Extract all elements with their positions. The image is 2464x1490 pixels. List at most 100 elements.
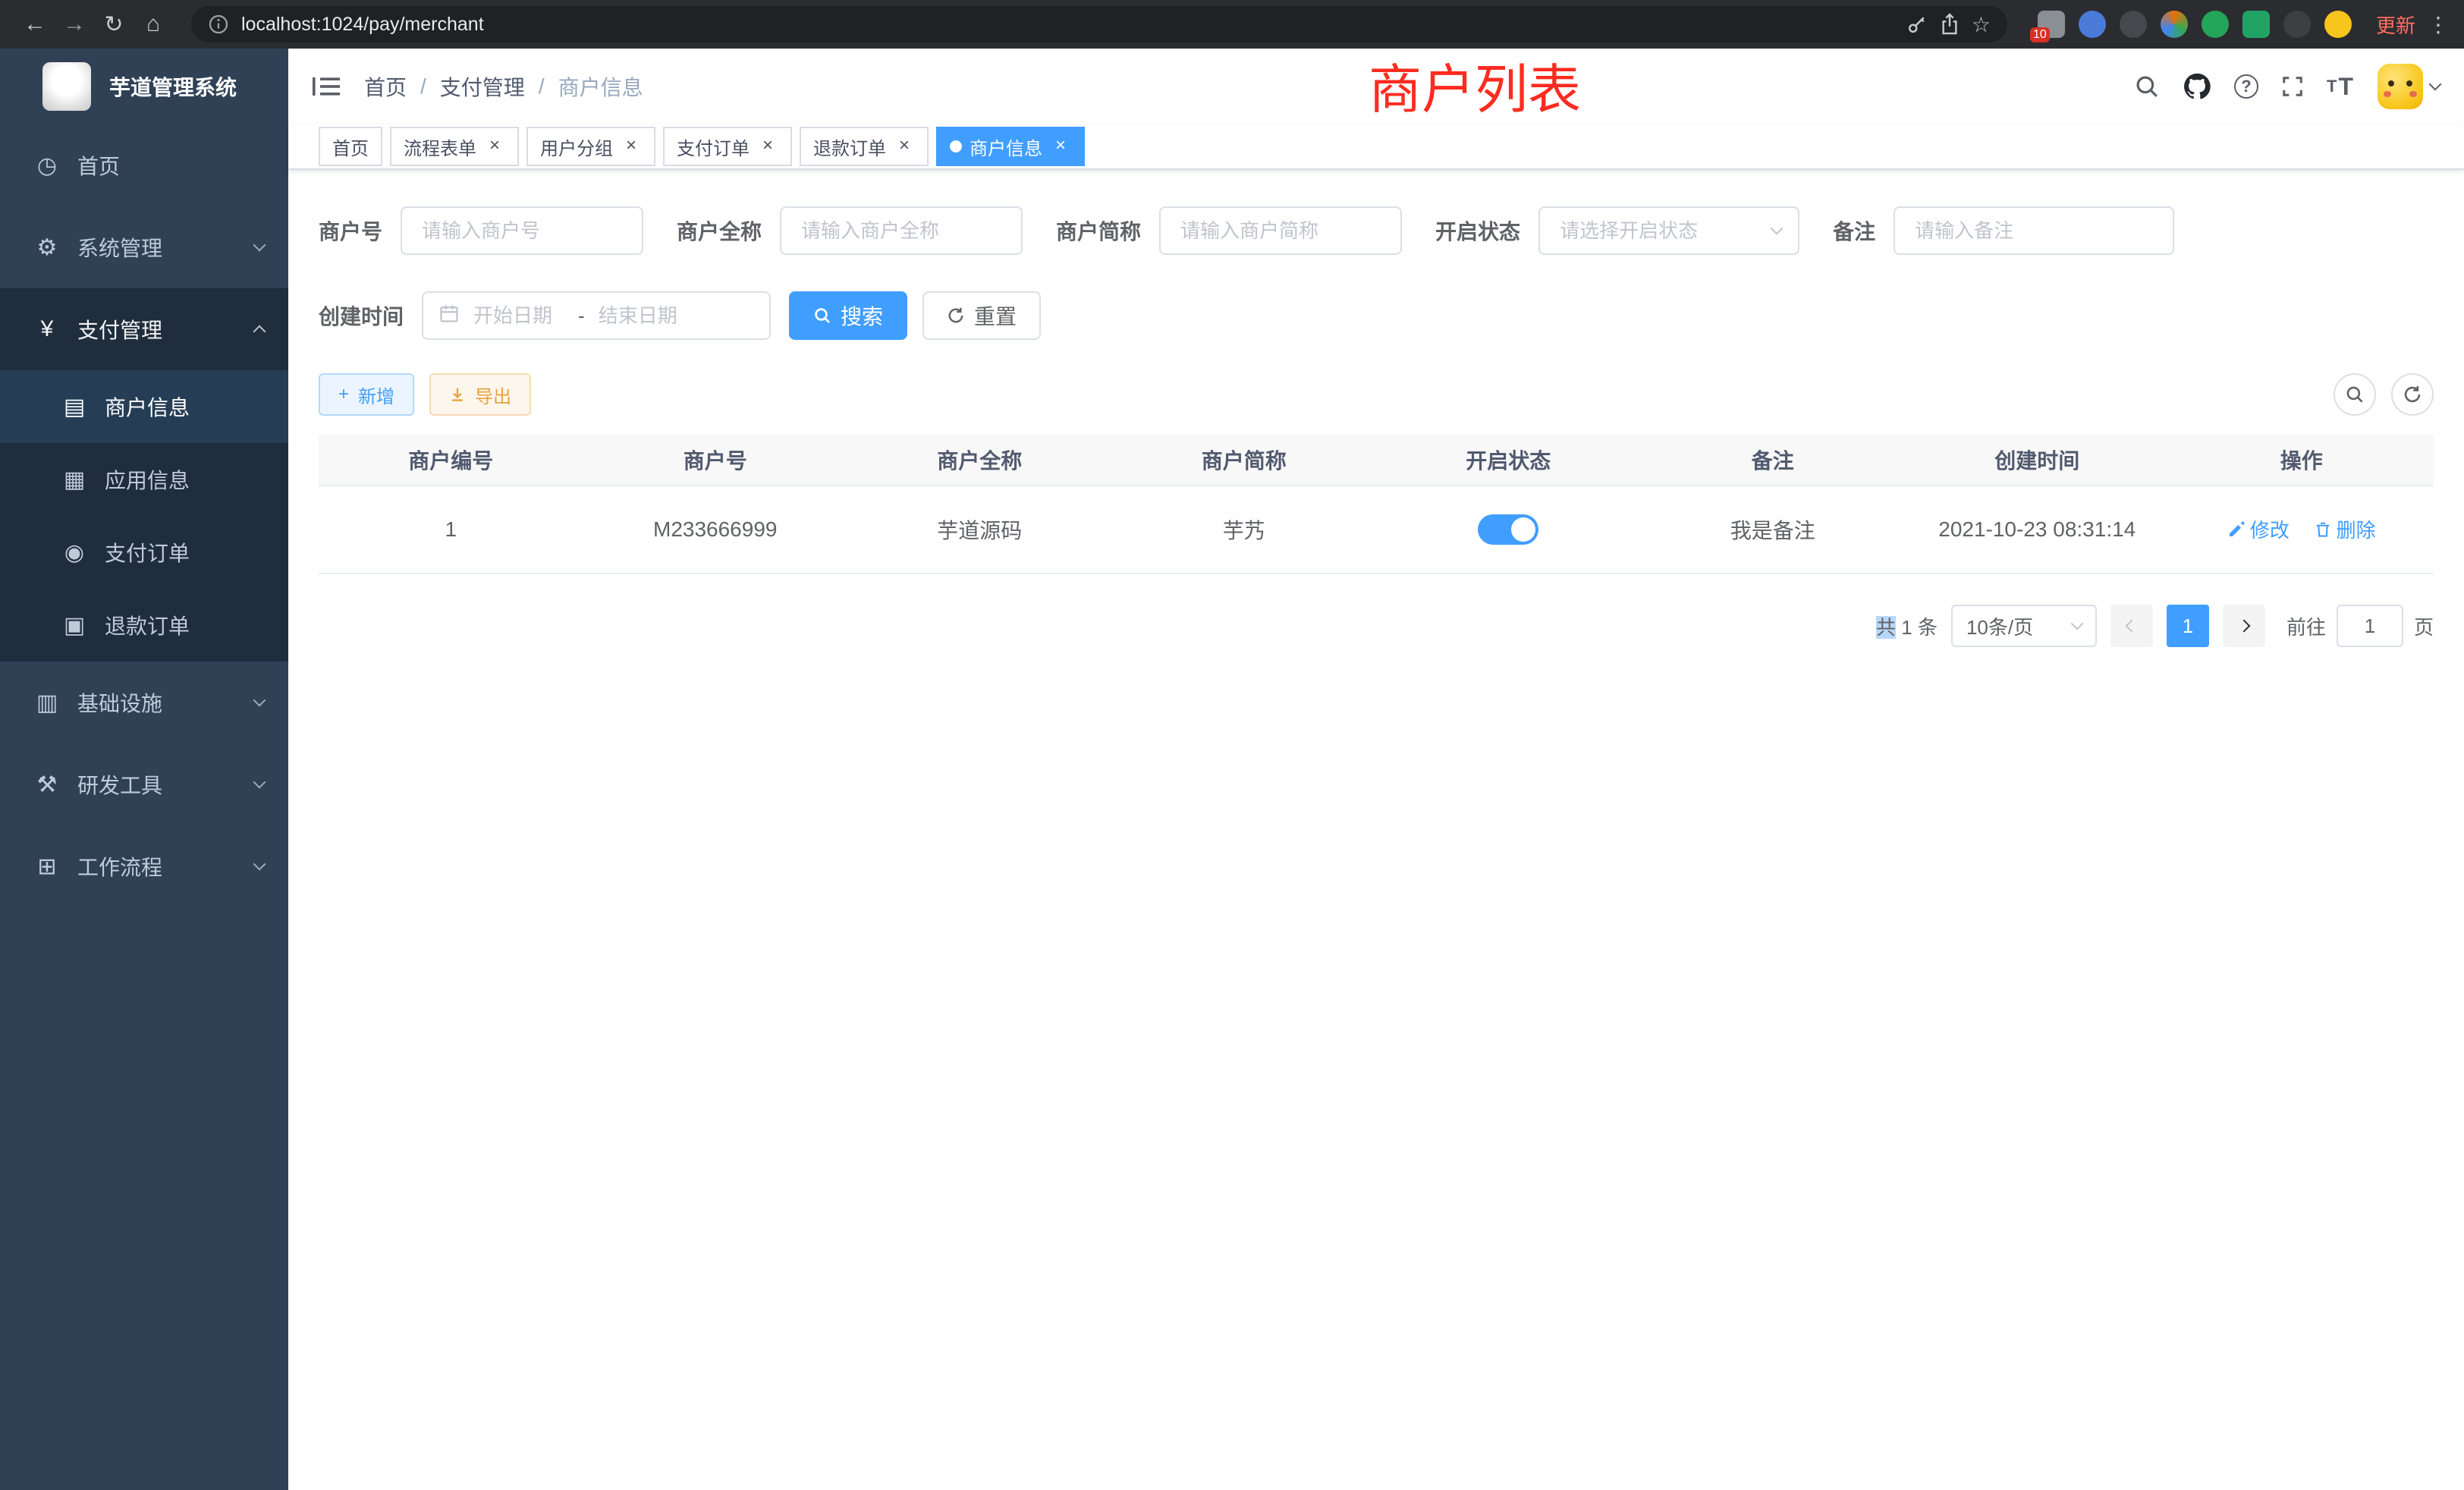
sidebar-item-merchant-info[interactable]: ▤ 商户信息 [0, 370, 288, 443]
tab-label: 流程表单 [404, 134, 476, 160]
extension-pin-icon[interactable] [2283, 11, 2311, 38]
page-number-1[interactable]: 1 [2167, 605, 2209, 647]
grid-icon: ▦ [61, 467, 88, 493]
browser-update-button[interactable]: 更新 [2376, 11, 2415, 39]
edit-link[interactable]: 修改 [2227, 515, 2290, 543]
status-select[interactable] [1538, 206, 1799, 255]
font-size-icon[interactable]: TT [2327, 73, 2355, 101]
search-icon[interactable] [2134, 74, 2160, 99]
close-icon[interactable]: × [894, 136, 915, 157]
app-logo[interactable]: 芋道管理系统 [0, 49, 288, 124]
export-button[interactable]: 导出 [429, 373, 531, 416]
merchant-full-name-input[interactable] [798, 218, 1004, 244]
sidebar-item-infra[interactable]: ▥ 基础设施 [0, 662, 288, 743]
sidebar-toggle-icon[interactable] [313, 74, 340, 99]
table-row: 1 M233666999 芋道源码 芋艿 我是备注 2021-10-23 08:… [319, 486, 2434, 574]
chevron-down-icon [2429, 78, 2442, 91]
breadcrumb-separator: / [539, 74, 545, 99]
page-size-value: 10条/页 [1966, 612, 2033, 640]
payment-submenu: ▤ 商户信息 ▦ 应用信息 ◉ 支付订单 ▣ 退款订单 [0, 370, 288, 662]
cell-full-name: 芋道源码 [847, 486, 1112, 574]
site-info-icon[interactable] [208, 14, 229, 35]
cell-merchant-id: 1 [319, 486, 583, 574]
extension-drop-icon[interactable] [2079, 11, 2106, 38]
chevron-down-icon [253, 694, 266, 707]
toggle-search-button[interactable] [2334, 373, 2376, 416]
tab-label: 退款订单 [813, 134, 886, 160]
col-status: 开启状态 [1376, 434, 1641, 486]
refresh-button[interactable] [2391, 373, 2434, 416]
browser-menu-icon[interactable]: ⋮ [2428, 12, 2449, 37]
address-bar[interactable]: localhost:1024/pay/merchant ☆ [191, 6, 2007, 42]
sidebar-item-devtools[interactable]: ⚒ 研发工具 [0, 743, 288, 825]
share-icon[interactable] [1940, 13, 1960, 36]
prev-page-button[interactable] [2110, 605, 2153, 647]
extension-emoji-icon[interactable] [2324, 11, 2352, 38]
active-dot [950, 140, 962, 152]
sidebar-item-system[interactable]: ⚙ 系统管理 [0, 206, 288, 288]
calendar-icon [438, 302, 460, 330]
delete-link[interactable]: 删除 [2314, 515, 2376, 543]
tab-merchant-info[interactable]: 商户信息 × [936, 127, 1085, 166]
date-range-picker[interactable]: - [422, 291, 771, 340]
browser-forward-button[interactable]: → [55, 11, 94, 37]
tab-pay-order[interactable]: 支付订单 × [663, 127, 792, 166]
tab-user-group[interactable]: 用户分组 × [526, 127, 655, 166]
browser-reload-button[interactable]: ↻ [94, 11, 134, 38]
fullscreen-icon[interactable] [2281, 75, 2304, 98]
help-icon[interactable]: ? [2234, 74, 2258, 99]
extension-dark-icon[interactable] [2120, 11, 2147, 38]
merchant-short-name-input[interactable] [1177, 218, 1384, 244]
browser-home-button[interactable]: ⌂ [134, 11, 173, 37]
field-status: 开启状态 [1435, 206, 1799, 255]
col-short-name: 商户简称 [1112, 434, 1377, 486]
merchant-no-input[interactable] [419, 218, 625, 244]
url-text[interactable]: localhost:1024/pay/merchant [241, 14, 484, 36]
extension-green-circle-icon[interactable] [2202, 11, 2229, 38]
chevron-down-icon [253, 239, 266, 252]
sidebar-item-pay-order[interactable]: ◉ 支付订单 [0, 516, 288, 589]
remark-input[interactable] [1912, 218, 2156, 244]
breadcrumb-item-payment[interactable]: 支付管理 [440, 71, 525, 102]
sidebar-item-workflow[interactable]: ⊞ 工作流程 [0, 825, 288, 907]
chevron-down-icon [253, 776, 266, 789]
sidebar-item-app-info[interactable]: ▦ 应用信息 [0, 443, 288, 516]
app-title: 芋道管理系统 [109, 71, 237, 102]
dashboard-icon: ◷ [33, 152, 61, 179]
sidebar-item-refund-order[interactable]: ▣ 退款订单 [0, 589, 288, 662]
sidebar-item-home[interactable]: ◷ 首页 [0, 124, 288, 206]
add-button[interactable]: + 新增 [319, 373, 414, 416]
close-icon[interactable]: × [484, 136, 505, 157]
reset-button[interactable]: 重置 [922, 291, 1041, 340]
tab-process-form[interactable]: 流程表单 × [390, 127, 519, 166]
sidebar-item-payment[interactable]: ¥ 支付管理 [0, 288, 288, 370]
close-icon[interactable]: × [621, 136, 642, 157]
user-menu[interactable] [2378, 64, 2440, 109]
extension-green-doc-icon[interactable] [2242, 11, 2270, 38]
password-key-icon[interactable] [1906, 14, 1928, 35]
goto-page-input[interactable] [2337, 605, 2403, 647]
field-merchant-short-name: 商户简称 [1056, 206, 1402, 255]
github-icon[interactable] [2183, 72, 2211, 101]
next-page-button[interactable] [2223, 605, 2265, 647]
start-date-input[interactable] [470, 303, 567, 329]
extension-puzzle-icon[interactable]: 10 [2038, 11, 2065, 38]
search-button[interactable]: 搜索 [789, 291, 907, 340]
field-remark: 备注 [1833, 206, 2174, 255]
col-merchant-no: 商户号 [583, 434, 848, 486]
breadcrumb: 首页 / 支付管理 / 商户信息 [364, 71, 643, 102]
extension-badge: 10 [2030, 27, 2050, 42]
close-icon[interactable]: × [1050, 136, 1071, 157]
close-icon[interactable]: × [757, 136, 778, 157]
bookmark-star-icon[interactable]: ☆ [1972, 12, 1991, 37]
status-select-input[interactable] [1557, 218, 1763, 244]
breadcrumb-item-home[interactable]: 首页 [364, 71, 407, 102]
tab-home[interactable]: 首页 [319, 127, 382, 166]
annotation-title: 商户列表 [1369, 55, 1581, 124]
tab-refund-order[interactable]: 退款订单 × [800, 127, 929, 166]
end-date-input[interactable] [596, 303, 693, 329]
page-size-select[interactable]: 10条/页 [1951, 605, 2097, 647]
browser-back-button[interactable]: ← [15, 11, 55, 37]
status-toggle[interactable] [1478, 514, 1538, 545]
extension-colorful-icon[interactable] [2161, 11, 2188, 38]
